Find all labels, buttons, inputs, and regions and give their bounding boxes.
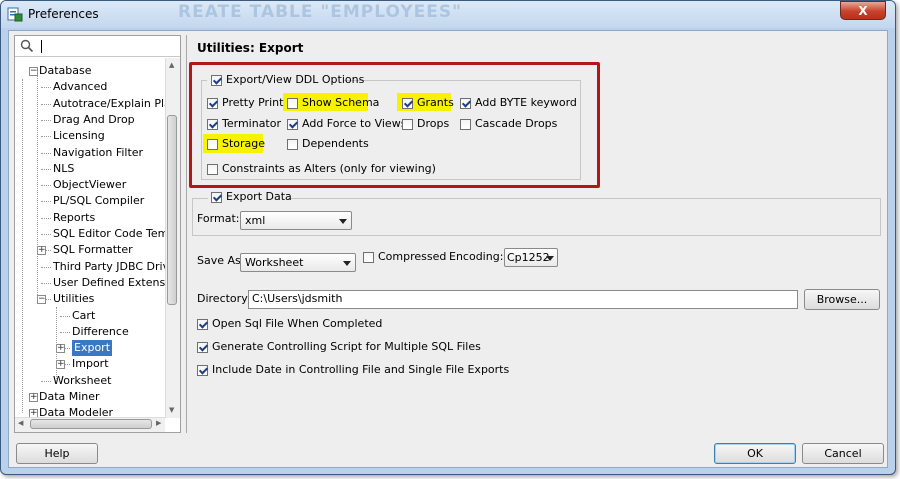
tree-connector (41, 168, 51, 170)
export-data-label: Export Data (226, 190, 292, 203)
tree-vertical-scroll-thumb[interactable] (167, 115, 177, 305)
tree-connector (41, 234, 51, 235)
tree-item-pl-sql-compiler[interactable]: PL/SQL Compiler (53, 193, 144, 209)
tree-connector (60, 315, 70, 317)
tree-guide-line (37, 71, 38, 300)
tree-connector (41, 87, 51, 89)
expand-icon[interactable]: + (56, 360, 65, 370)
scroll-left-icon[interactable]: ◀ (18, 419, 23, 427)
chevron-down-icon (343, 261, 351, 266)
tree-item-navigation-filter[interactable]: Navigation Filter (53, 145, 143, 161)
scroll-up-icon[interactable]: ▲ (169, 61, 174, 69)
save-as-label: Save As (197, 254, 241, 267)
search-icon (20, 39, 34, 53)
scroll-down-icon[interactable]: ▼ (169, 406, 174, 414)
include-date-label: Include Date in Controlling File and Sin… (212, 363, 510, 376)
tree-connector (41, 217, 51, 219)
chevron-down-icon (546, 256, 554, 261)
tree-item-objectviewer[interactable]: ObjectViewer (53, 177, 126, 193)
tree-item-data-miner[interactable]: Data Miner (39, 389, 100, 405)
expand-icon[interactable]: + (37, 246, 46, 256)
search-input[interactable] (15, 36, 180, 57)
window-title: Preferences (28, 7, 99, 21)
tree-item-database[interactable]: Database (39, 63, 92, 79)
tree-item-nls[interactable]: NLS (53, 161, 74, 177)
tree-item-licensing[interactable]: Licensing (53, 128, 105, 144)
chevron-down-icon (339, 219, 347, 224)
tree-item-user-defined-extension[interactable]: User Defined Extension (53, 275, 165, 291)
close-button[interactable]: X (840, 1, 886, 20)
help-button[interactable]: Help (16, 443, 98, 464)
directory-field[interactable]: C:\Users\jdsmith (248, 290, 798, 309)
tree-item-autotrace-explain-plan[interactable]: Autotrace/Explain Plan (53, 96, 165, 112)
format-label: Format: (197, 212, 240, 225)
expand-icon[interactable]: + (29, 393, 38, 402)
annotation-frame (189, 62, 600, 188)
tree-item-third-party-jdbc-drive[interactable]: Third Party JDBC Drive (53, 259, 165, 275)
tree-item-import[interactable]: Import (72, 356, 109, 372)
encoding-value: Cp1252 (507, 251, 550, 264)
tree-connector (41, 380, 51, 382)
export-data-checkbox[interactable] (211, 192, 222, 203)
tree-connector (41, 282, 51, 284)
cancel-button[interactable]: Cancel (802, 443, 884, 464)
format-dropdown[interactable]: xml (240, 211, 352, 230)
tree-connector (41, 119, 51, 121)
save-as-dropdown[interactable]: Worksheet (240, 253, 356, 272)
tree-item-worksheet[interactable]: Worksheet (53, 373, 111, 389)
close-icon: X (858, 4, 868, 18)
compressed-checkbox[interactable] (363, 252, 374, 263)
encoding-dropdown[interactable]: Cp1252 (504, 248, 558, 267)
ok-button[interactable]: OK (714, 443, 796, 464)
tree-guide-line (22, 79, 23, 414)
generate-script-label: Generate Controlling Script for Multiple… (212, 340, 481, 353)
encoding-label: Encoding: (449, 250, 504, 263)
tree-connector (41, 185, 51, 187)
page-title: Utilities: Export (197, 41, 304, 55)
app-icon (7, 7, 23, 22)
preferences-tree[interactable]: −DatabaseAdvancedAutotrace/Explain PlanD… (15, 58, 165, 424)
tree-connector (60, 331, 70, 333)
tree-item-advanced[interactable]: Advanced (53, 79, 107, 95)
tree-item-sql-formatter[interactable]: SQL Formatter (53, 242, 133, 258)
open-sql-file-checkbox[interactable] (197, 319, 208, 330)
tree-item-cart[interactable]: Cart (72, 308, 95, 324)
tree-guide-line (56, 307, 57, 381)
pane-splitter[interactable] (186, 35, 187, 433)
tree-item-export[interactable]: Export (72, 340, 113, 357)
tree-horizontal-scroll-thumb[interactable] (30, 419, 152, 429)
tree-item-reports[interactable]: Reports (53, 210, 95, 226)
tree-connector (41, 103, 51, 105)
search-caret (41, 40, 42, 53)
open-sql-file-label: Open Sql File When Completed (212, 317, 383, 330)
directory-value: C:\Users\jdsmith (252, 292, 343, 305)
tree-item-drag-and-drop[interactable]: Drag And Drop (53, 112, 135, 128)
collapse-icon[interactable]: − (37, 295, 46, 305)
expand-icon[interactable]: + (56, 344, 65, 354)
browse-button[interactable]: Browse... (804, 289, 880, 310)
tree-item-sql-editor-code-templ[interactable]: SQL Editor Code Templ (53, 226, 165, 242)
format-value: xml (245, 214, 266, 227)
include-date-checkbox[interactable] (197, 365, 208, 376)
tree-connector (41, 266, 51, 268)
tree-item-difference[interactable]: Difference (72, 324, 129, 340)
tree-connector (41, 152, 51, 154)
generate-script-checkbox[interactable] (197, 342, 208, 353)
tree-item-utilities[interactable]: Utilities (53, 291, 94, 307)
background-ghost-text: REATE TABLE "EMPLOYEES" (178, 2, 462, 22)
tree-connector (41, 136, 51, 138)
save-as-value: Worksheet (245, 256, 304, 269)
tree-connector (41, 201, 51, 203)
scroll-right-icon[interactable]: ▶ (156, 419, 161, 427)
compressed-label: Compressed (378, 250, 447, 263)
directory-label: Directory: (197, 292, 251, 305)
